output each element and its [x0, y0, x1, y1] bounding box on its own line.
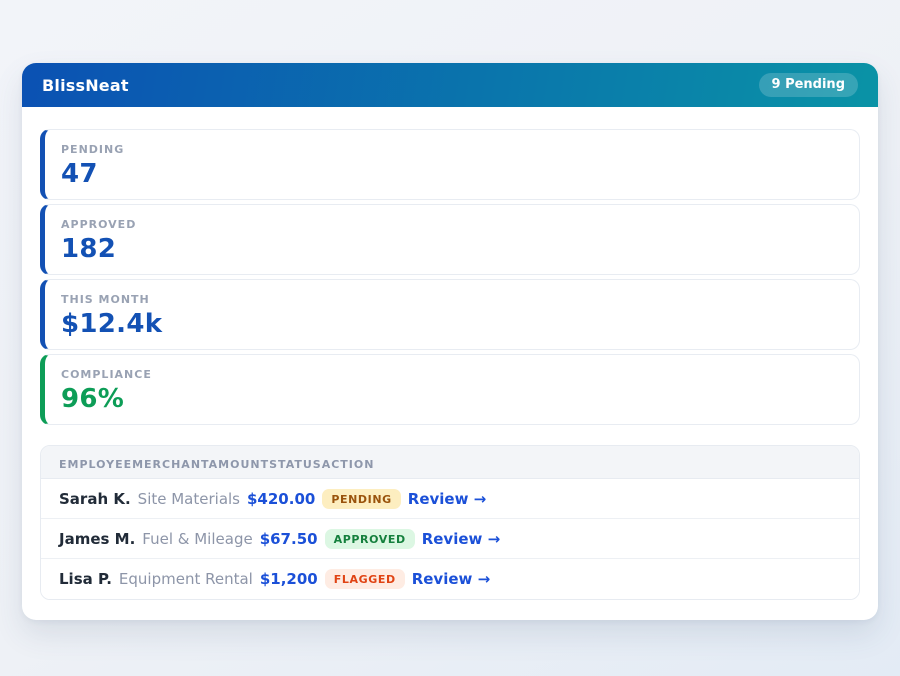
stat-label: APPROVED: [61, 218, 843, 231]
stat-label: THIS MONTH: [61, 293, 843, 306]
stat-value: $12.4k: [61, 309, 843, 339]
table-header-row: EMPLOYEEMERCHANTAMOUNTSTATUSACTION: [41, 446, 859, 479]
pending-count-badge: 9 Pending: [759, 73, 859, 97]
stat-tile-this-month: THIS MONTH $12.4k: [40, 279, 860, 350]
app-title: BlissNeat: [42, 76, 129, 95]
stat-tile-approved: APPROVED 182: [40, 204, 860, 275]
column-header-employee: EMPLOYEE: [59, 458, 132, 471]
table-row: James M. Fuel & Mileage $67.50 APPROVED …: [41, 519, 859, 559]
expenses-table: EMPLOYEEMERCHANTAMOUNTSTATUSACTION Sarah…: [40, 445, 860, 600]
dashboard-card: BlissNeat 9 Pending PENDING 47 APPROVED …: [22, 63, 878, 620]
status-badge: FLAGGED: [325, 569, 405, 589]
amount-value: $67.50: [260, 530, 318, 548]
stat-value: 96%: [61, 384, 843, 414]
merchant-name: Equipment Rental: [119, 570, 253, 588]
review-link[interactable]: Review →: [422, 530, 500, 548]
table-row: Sarah K. Site Materials $420.00 PENDING …: [41, 479, 859, 519]
amount-value: $1,200: [260, 570, 318, 588]
app-header: BlissNeat 9 Pending: [22, 63, 878, 107]
table-row: Lisa P. Equipment Rental $1,200 FLAGGED …: [41, 559, 859, 599]
amount-value: $420.00: [247, 490, 315, 508]
stat-value: 182: [61, 234, 843, 264]
stat-value: 47: [61, 159, 843, 189]
status-badge: PENDING: [322, 489, 400, 509]
stat-tile-pending: PENDING 47: [40, 129, 860, 200]
column-header-amount: AMOUNT: [209, 458, 269, 471]
stat-label: COMPLIANCE: [61, 368, 843, 381]
review-link[interactable]: Review →: [408, 490, 486, 508]
employee-name: James M.: [59, 530, 135, 548]
review-link[interactable]: Review →: [412, 570, 490, 588]
merchant-name: Site Materials: [138, 490, 240, 508]
status-badge: APPROVED: [325, 529, 415, 549]
column-header-status: STATUS: [269, 458, 322, 471]
column-header-action: ACTION: [322, 458, 375, 471]
employee-name: Sarah K.: [59, 490, 131, 508]
stat-tile-compliance: COMPLIANCE 96%: [40, 354, 860, 425]
merchant-name: Fuel & Mileage: [142, 530, 252, 548]
dashboard-body: PENDING 47 APPROVED 182 THIS MONTH $12.4…: [22, 107, 878, 620]
employee-name: Lisa P.: [59, 570, 112, 588]
stat-label: PENDING: [61, 143, 843, 156]
column-header-merchant: MERCHANT: [132, 458, 209, 471]
